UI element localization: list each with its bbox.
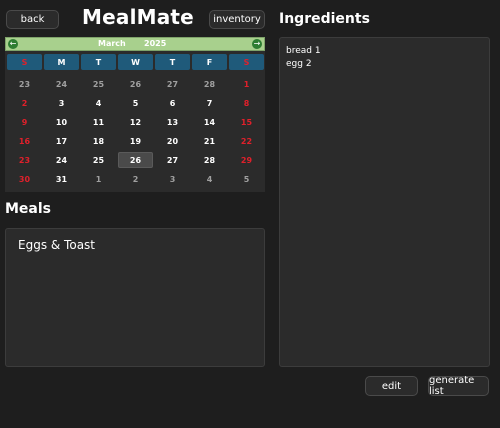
ingredients-title: Ingredients (279, 11, 370, 27)
calendar-day[interactable]: 26 (118, 152, 153, 168)
app-title: MealMate (82, 5, 194, 29)
inventory-button[interactable]: inventory (209, 10, 265, 29)
calendar-day[interactable]: 3 (44, 95, 79, 111)
ingredient-item[interactable]: bread 1 (286, 46, 321, 56)
calendar-day[interactable]: 18 (81, 133, 116, 149)
calendar-day[interactable]: 6 (155, 95, 190, 111)
calendar-day[interactable]: 5 (229, 171, 264, 187)
calendar-day[interactable]: 17 (44, 133, 79, 149)
calendar-day[interactable]: 12 (118, 114, 153, 130)
meals-title: Meals (5, 201, 52, 217)
calendar-day[interactable]: 28 (192, 76, 227, 92)
weekday-header: T (155, 54, 190, 70)
meal-item[interactable]: Eggs & Toast (18, 238, 95, 252)
calendar: ← March 2025 → S M T W T F S 23 24 25 26 27 28 1 2 3 4 5 6… (5, 37, 265, 192)
weekday-header: F (192, 54, 227, 70)
year-label[interactable]: 2025 (144, 39, 166, 48)
calendar-day[interactable]: 1 (229, 76, 264, 92)
calendar-day[interactable]: 24 (44, 152, 79, 168)
edit-button[interactable]: edit (365, 376, 418, 396)
meals-list: Eggs & Toast (5, 228, 265, 367)
calendar-day[interactable]: 5 (118, 95, 153, 111)
calendar-day[interactable]: 21 (192, 133, 227, 149)
weekday-header: W (118, 54, 153, 70)
weekday-header: S (229, 54, 264, 70)
weekday-header: M (44, 54, 79, 70)
calendar-day[interactable]: 16 (7, 133, 42, 149)
ingredient-item[interactable]: egg 2 (286, 59, 312, 69)
weekday-header: T (81, 54, 116, 70)
calendar-day[interactable]: 7 (192, 95, 227, 111)
month-label[interactable]: March (98, 39, 126, 48)
calendar-day[interactable]: 10 (44, 114, 79, 130)
calendar-day[interactable]: 24 (44, 76, 79, 92)
prev-month-arrow-icon[interactable]: ← (8, 39, 18, 49)
calendar-day[interactable]: 20 (155, 133, 190, 149)
back-button[interactable]: back (6, 10, 59, 29)
calendar-day[interactable]: 23 (7, 152, 42, 168)
calendar-day[interactable]: 4 (81, 95, 116, 111)
calendar-day[interactable]: 15 (229, 114, 264, 130)
calendar-header: ← March 2025 → (5, 37, 265, 51)
calendar-day[interactable]: 13 (155, 114, 190, 130)
generate-list-button[interactable]: generate list (428, 375, 489, 397)
calendar-day[interactable]: 4 (192, 171, 227, 187)
calendar-day[interactable]: 23 (7, 76, 42, 92)
calendar-day[interactable]: 2 (7, 95, 42, 111)
calendar-day[interactable]: 1 (81, 171, 116, 187)
calendar-day[interactable]: 2 (118, 171, 153, 187)
calendar-day[interactable]: 25 (81, 152, 116, 168)
calendar-day[interactable]: 28 (192, 152, 227, 168)
calendar-day[interactable]: 9 (7, 114, 42, 130)
calendar-day[interactable]: 27 (155, 76, 190, 92)
ingredients-list: bread 1 egg 2 (279, 37, 490, 367)
next-month-arrow-icon[interactable]: → (252, 39, 262, 49)
calendar-day[interactable]: 30 (7, 171, 42, 187)
calendar-day[interactable]: 27 (155, 152, 190, 168)
calendar-day[interactable]: 11 (81, 114, 116, 130)
calendar-day[interactable]: 19 (118, 133, 153, 149)
calendar-day[interactable]: 29 (229, 152, 264, 168)
calendar-day[interactable]: 14 (192, 114, 227, 130)
calendar-day[interactable]: 22 (229, 133, 264, 149)
calendar-day[interactable]: 8 (229, 95, 264, 111)
calendar-day[interactable]: 31 (44, 171, 79, 187)
calendar-day[interactable]: 26 (118, 76, 153, 92)
calendar-day[interactable]: 3 (155, 171, 190, 187)
calendar-day[interactable]: 25 (81, 76, 116, 92)
weekday-header: S (7, 54, 42, 70)
